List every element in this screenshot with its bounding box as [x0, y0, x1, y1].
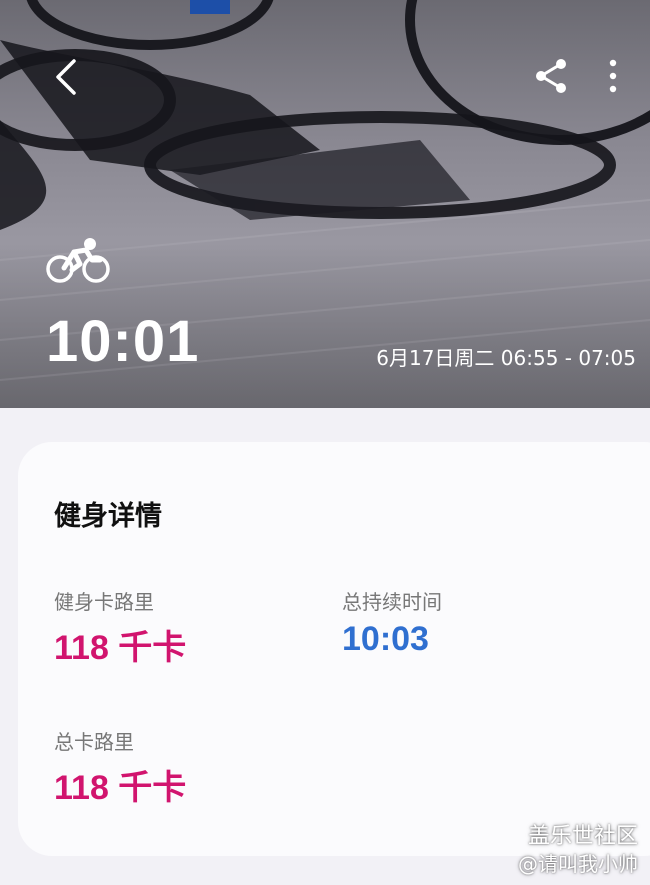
chevron-left-icon	[56, 59, 76, 95]
more-options-button[interactable]	[598, 56, 628, 96]
back-button[interactable]	[48, 55, 88, 99]
card-title: 健身详情	[54, 501, 162, 532]
more-vertical-icon	[609, 59, 617, 93]
share-icon	[536, 59, 566, 93]
stat-value-total-duration: 10:03	[342, 620, 429, 658]
share-button[interactable]	[532, 56, 572, 96]
stat-label-workout-calories: 健身卡路里	[54, 590, 154, 614]
watermark-community: 盖乐世社区	[527, 824, 638, 849]
watermark-author: @请叫我小帅	[518, 852, 638, 876]
workout-details-card: 健身详情 健身卡路里 118 千卡 总持续时间 10:03 总卡路里 118 千…	[18, 442, 650, 856]
stat-value-total-calories: 118 千卡	[54, 769, 187, 807]
stat-label-total-calories: 总卡路里	[54, 730, 134, 754]
stat-value-workout-calories: 118 千卡	[54, 629, 187, 667]
workout-datetime: 6月17日周二 06:55 - 07:05	[376, 346, 636, 370]
stat-label-total-duration: 总持续时间	[342, 590, 442, 614]
cycling-icon	[44, 236, 112, 286]
workout-duration: 10:01	[46, 309, 200, 374]
hero-banner: 10:01 6月17日周二 06:55 - 07:05	[0, 0, 650, 408]
